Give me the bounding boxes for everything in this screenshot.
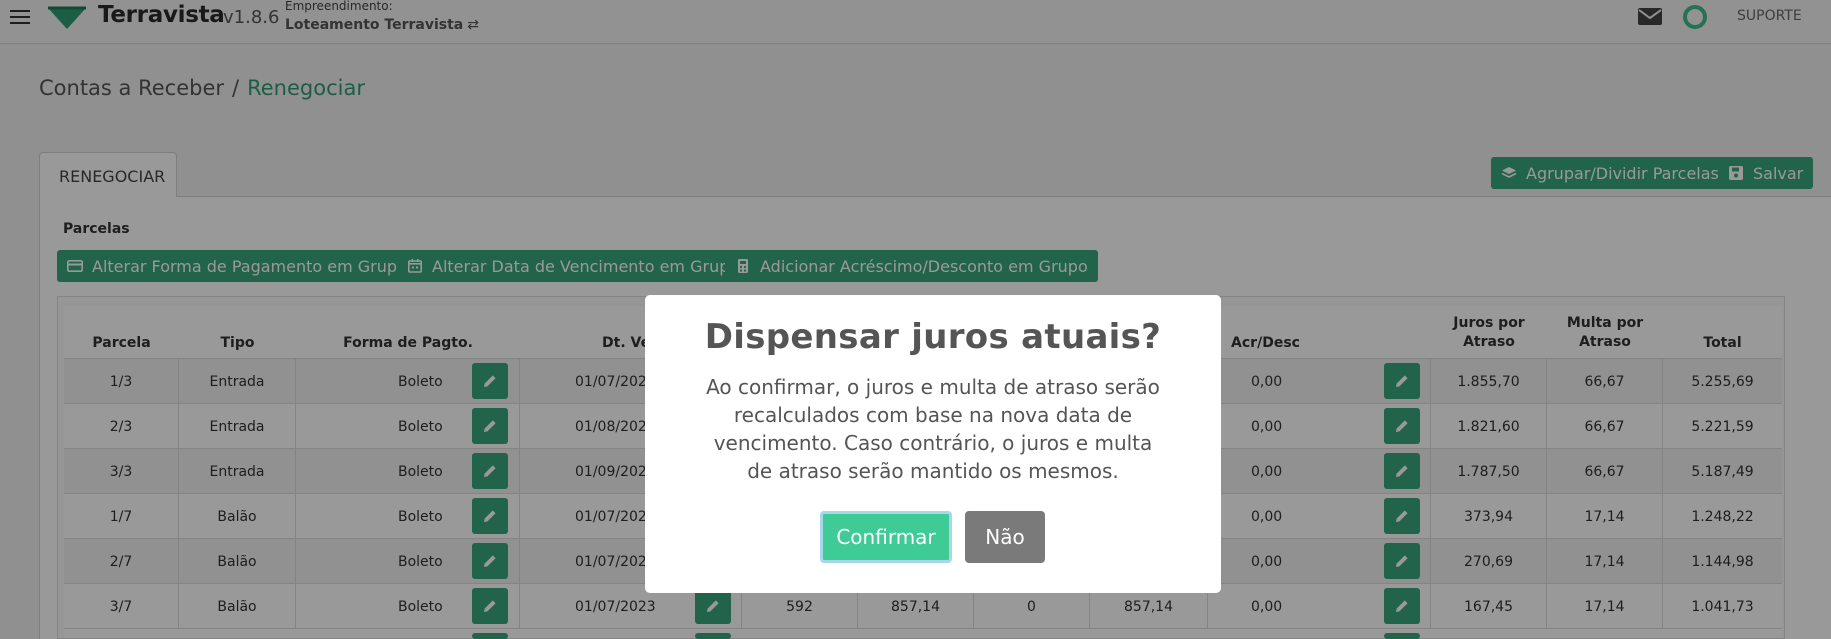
confirm-button[interactable]: Confirmar (820, 511, 952, 563)
dialog-title: Dispensar juros atuais? (704, 317, 1162, 357)
dialog-message: Ao confirmar, o juros e multa de atraso … (706, 375, 1160, 483)
confirm-dialog: Dispensar juros atuais? Ao confirmar, o … (645, 295, 1221, 593)
cancel-button[interactable]: Não (965, 511, 1045, 563)
